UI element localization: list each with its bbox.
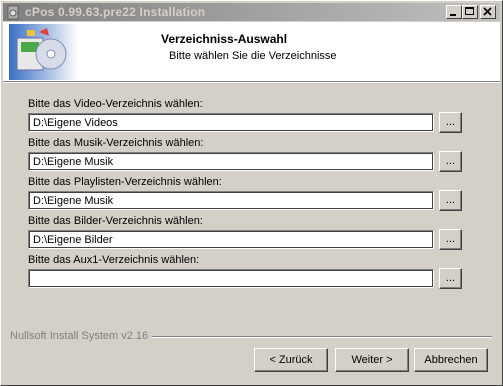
next-button[interactable]: Weiter > <box>335 348 409 372</box>
window-title: cPos 0.99.63.pre22 Installation <box>25 5 206 19</box>
music-dir-label: Bitte das Musik-Verzeichnis wählen: <box>28 137 204 149</box>
playlist-dir-label: Bitte das Playlisten-Verzeichnis wählen: <box>28 176 222 188</box>
header-panel: Verzeichniss-Auswahl Bitte wählen Sie di… <box>3 22 500 81</box>
title-bar[interactable]: cPos 0.99.63.pre22 Installation <box>3 3 500 21</box>
close-button[interactable] <box>480 5 496 19</box>
header-title: Verzeichniss-Auswahl <box>161 32 288 46</box>
pictures-dir-input[interactable] <box>28 230 434 249</box>
music-dir-input[interactable] <box>28 152 434 171</box>
installer-app-icon <box>7 5 19 20</box>
header-divider <box>3 81 500 83</box>
pictures-dir-browse-button[interactable]: ... <box>439 229 462 250</box>
aux1-dir-input[interactable] <box>28 269 434 288</box>
pictures-dir-label: Bitte das Bilder-Verzeichnis wählen: <box>28 215 203 227</box>
maximize-button[interactable] <box>462 5 478 19</box>
music-dir-browse-button[interactable]: ... <box>439 151 462 172</box>
close-icon <box>483 7 492 16</box>
video-dir-label: Bitte das Video-Verzeichnis wählen: <box>28 98 203 110</box>
cancel-button[interactable]: Abbrechen <box>414 348 488 372</box>
header-subtitle: Bitte wählen Sie die Verzeichnisse <box>169 50 337 62</box>
playlist-dir-browse-button[interactable]: ... <box>439 190 462 211</box>
aux1-dir-label: Bitte das Aux1-Verzeichnis wählen: <box>28 254 200 266</box>
video-dir-browse-button[interactable]: ... <box>439 112 462 133</box>
playlist-dir-input[interactable] <box>28 191 434 210</box>
installer-window: cPos 0.99.63.pre22 Installation Verzeich… <box>0 0 503 386</box>
maximize-icon <box>465 7 474 15</box>
aux1-dir-browse-button[interactable]: ... <box>439 268 462 289</box>
video-dir-input[interactable] <box>28 113 434 132</box>
minimize-icon <box>450 14 456 16</box>
back-button[interactable]: < Zurück <box>254 348 328 372</box>
nsis-branding: Nullsoft Install System v2.16 <box>10 330 153 342</box>
minimize-button[interactable] <box>446 5 462 19</box>
installer-logo-icon <box>9 24 79 80</box>
